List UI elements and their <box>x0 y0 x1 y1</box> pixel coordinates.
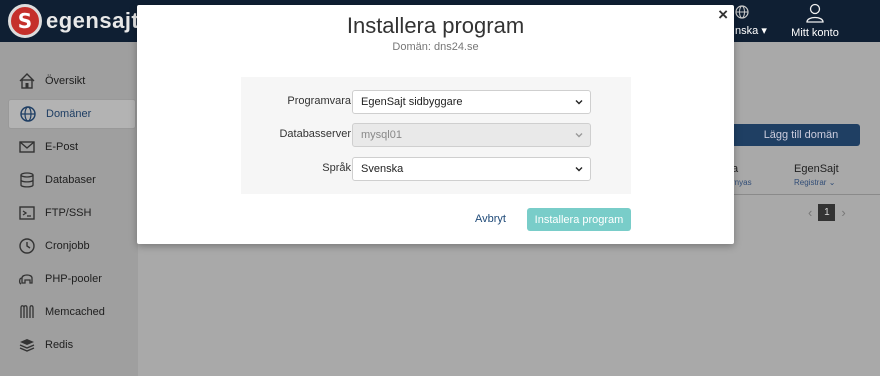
redis-icon <box>16 335 38 355</box>
language-label: Språk <box>322 162 351 174</box>
database-server-row: Databasserver mysql01 <box>241 123 631 147</box>
memcached-icon <box>16 302 38 322</box>
sidebar-item-label: Redis <box>45 339 74 351</box>
sidebar-item-label: Cronjobb <box>45 240 90 252</box>
chevron-right-icon[interactable]: › <box>841 205 845 220</box>
sidebar-item-cronjobb[interactable]: Cronjobb <box>8 231 136 261</box>
globe-icon[interactable] <box>735 5 749 22</box>
clock-icon <box>16 236 38 256</box>
chevron-down-icon: ⌄ <box>828 178 836 187</box>
chevron-down-icon <box>575 100 583 105</box>
logo-mark: S <box>8 4 42 38</box>
elephant-icon <box>16 269 38 289</box>
sidebar: Översikt Domäner E-Post Databaser FTP/SS… <box>0 42 138 376</box>
add-domain-button[interactable]: Lägg till domän <box>730 124 860 146</box>
globe-icon <box>17 104 39 124</box>
sidebar-item-domaner[interactable]: Domäner <box>8 99 136 129</box>
terminal-icon <box>16 203 38 223</box>
chevron-down-icon <box>575 167 583 172</box>
sidebar-item-oversikt[interactable]: Översikt <box>8 66 136 96</box>
sidebar-item-label: E-Post <box>45 141 79 153</box>
egensajt-logo[interactable]: S egensajt <box>8 4 139 38</box>
database-server-select: mysql01 <box>352 123 591 147</box>
sidebar-item-databaser[interactable]: Databaser <box>8 165 136 195</box>
logo-text: egensajt <box>46 8 140 33</box>
sidebar-item-label: FTP/SSH <box>45 207 92 219</box>
language-select[interactable]: Svenska <box>352 157 591 181</box>
sidebar-item-label: PHP-pooler <box>45 273 102 285</box>
envelope-icon <box>16 137 38 157</box>
column-subheader-partial[interactable]: rnyas <box>732 178 752 187</box>
account-menu[interactable]: Mitt konto <box>790 3 840 39</box>
chevron-down-icon <box>575 133 583 138</box>
language-selector[interactable]: nska ▾ <box>735 24 767 37</box>
install-form: Programvara EgenSajt sidbyggare Databass… <box>241 77 631 194</box>
cancel-button[interactable]: Avbryt <box>475 213 506 225</box>
account-label: Mitt konto <box>791 27 839 39</box>
sidebar-item-label: Domäner <box>46 108 92 120</box>
column-header-egensajt: EgenSajt <box>794 163 839 175</box>
sidebar-item-php-pooler[interactable]: PHP-pooler <box>8 264 136 294</box>
database-server-value: mysql01 <box>361 129 402 141</box>
home-icon <box>16 71 38 91</box>
sidebar-item-memcached[interactable]: Memcached <box>8 297 136 327</box>
sidebar-item-redis[interactable]: Redis <box>8 330 136 360</box>
database-server-label: Databasserver <box>279 128 351 140</box>
table-divider <box>734 194 880 195</box>
sidebar-item-ftp-ssh[interactable]: FTP/SSH <box>8 198 136 228</box>
software-value: EgenSajt sidbyggare <box>361 96 463 108</box>
install-program-dialog: × Installera program Domän: dns24.se Pro… <box>137 5 734 244</box>
language-label: nska <box>735 25 759 37</box>
software-label: Programvara <box>287 95 351 107</box>
page-number[interactable]: 1 <box>818 204 836 221</box>
install-program-button[interactable]: Installera program <box>527 208 631 231</box>
pagination: ‹ 1 › <box>808 204 846 221</box>
chevron-down-icon: ▾ <box>761 25 767 37</box>
database-icon <box>16 170 38 190</box>
chevron-left-icon[interactable]: ‹ <box>808 205 812 220</box>
sidebar-item-label: Databaser <box>45 174 96 186</box>
user-icon <box>806 3 824 23</box>
dialog-title: Installera program <box>346 13 525 38</box>
registrar-label: Registrar <box>794 178 827 187</box>
language-value: Svenska <box>361 163 404 175</box>
sidebar-item-label: Översikt <box>45 75 86 87</box>
software-row: Programvara EgenSajt sidbyggare <box>241 90 631 114</box>
language-row: Språk Svenska <box>241 157 631 181</box>
registrar-sort-link[interactable]: Registrar ⌄ <box>794 178 835 187</box>
sidebar-item-label: Memcached <box>45 306 105 318</box>
dialog-subtitle: Domän: dns24.se <box>392 41 479 53</box>
sidebar-item-e-post[interactable]: E-Post <box>8 132 136 162</box>
software-select[interactable]: EgenSajt sidbyggare <box>352 90 591 114</box>
